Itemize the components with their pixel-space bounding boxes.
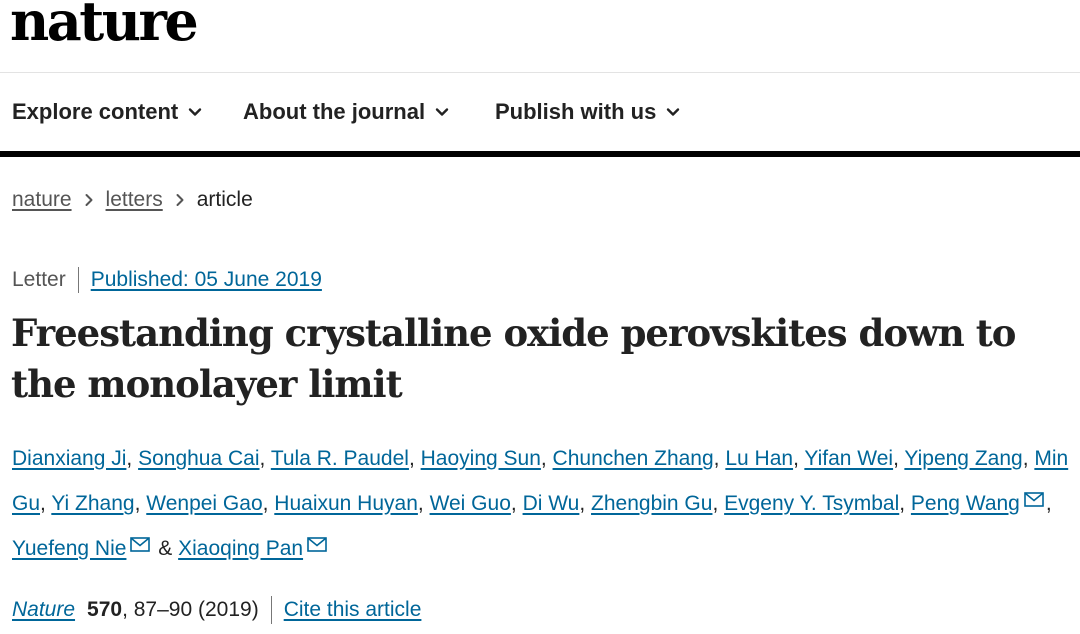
author-separator: ,	[1022, 447, 1035, 470]
breadcrumb-link-nature[interactable]: nature	[12, 188, 72, 212]
author-separator: ,	[540, 447, 553, 470]
author-link[interactable]: Xiaoqing Pan	[178, 537, 303, 560]
breadcrumb: nature letters article	[12, 188, 253, 212]
author-link[interactable]: Chunchen Zhang	[553, 447, 714, 470]
author-link[interactable]: Yuefeng Nie	[12, 537, 126, 560]
author-separator: ,	[579, 492, 592, 515]
author-link[interactable]: Haoying Sun	[421, 447, 541, 470]
published-date-link[interactable]: Published: 05 June 2019	[79, 268, 322, 292]
author-separator: ,	[262, 492, 275, 515]
author-link[interactable]: Dianxiang Ji	[12, 447, 126, 470]
author-link[interactable]: Di Wu	[523, 492, 580, 515]
author-link[interactable]: Songhua Cai	[138, 447, 259, 470]
article-type: Letter	[12, 267, 79, 293]
article-title: Freestanding crystalline oxide perovskit…	[11, 311, 1016, 406]
author-separator: ,	[134, 492, 147, 515]
mail-icon[interactable]	[1024, 492, 1046, 508]
cite-this-article-link[interactable]: Cite this article	[272, 598, 422, 622]
author-separator: ,	[713, 447, 726, 470]
chevron-down-icon	[435, 105, 449, 119]
breadcrumb-link-letters[interactable]: letters	[106, 188, 163, 212]
author-separator: ,	[126, 447, 139, 470]
nav-explore-content[interactable]: Explore content	[12, 99, 202, 125]
author-list: Dianxiang Ji, Songhua Cai, Tula R. Paude…	[12, 436, 1072, 571]
mail-icon[interactable]	[307, 537, 329, 553]
author-separator: ,	[40, 492, 52, 515]
mail-icon[interactable]	[130, 537, 152, 553]
author-link[interactable]: Wenpei Gao	[146, 492, 262, 515]
author-link[interactable]: Yipeng Zang	[904, 447, 1022, 470]
author-link[interactable]: Peng Wang	[911, 492, 1020, 515]
nature-logo[interactable]: nature	[10, 0, 199, 48]
nav-about-the-journal[interactable]: About the journal	[243, 99, 449, 125]
nav-explore-content-label: Explore content	[12, 99, 179, 124]
author-link[interactable]: Wei Guo	[430, 492, 511, 515]
author-separator: ,	[408, 447, 421, 470]
author-separator: ,	[417, 492, 430, 515]
chevron-down-icon	[666, 105, 680, 119]
author-link[interactable]: Yi Zhang	[51, 492, 134, 515]
author-separator: ,	[893, 447, 905, 470]
author-link[interactable]: Yifan Wei	[804, 447, 893, 470]
author-separator: ,	[510, 492, 523, 515]
article-meta: Letter Published: 05 June 2019	[12, 267, 322, 293]
citation: Nature 570 , 87–90 (2019) Cite this arti…	[12, 596, 421, 624]
author-separator: ,	[793, 447, 805, 470]
author-separator: ,	[899, 492, 911, 515]
journal-link[interactable]: Nature	[12, 598, 75, 622]
chevron-down-icon	[188, 105, 202, 119]
nav-publish-with-us-label: Publish with us	[495, 99, 657, 124]
site-header: nature	[0, 0, 1080, 73]
author-link[interactable]: Huaixun Huyan	[274, 492, 418, 515]
author-separator: ,	[259, 447, 271, 470]
author-separator: ,	[1045, 492, 1052, 515]
author-separator: &	[152, 537, 179, 560]
author-link[interactable]: Tula R. Paudel	[271, 447, 409, 470]
nav-publish-with-us[interactable]: Publish with us	[495, 99, 680, 125]
author-link[interactable]: Zhengbin Gu	[591, 492, 712, 515]
nav-about-the-journal-label: About the journal	[243, 99, 426, 124]
author-link[interactable]: Lu Han	[725, 447, 793, 470]
author-link[interactable]: Evgeny Y. Tsymbal	[724, 492, 899, 515]
breadcrumb-current: article	[196, 188, 253, 211]
author-separator: ,	[712, 492, 725, 515]
volume-number: 570	[87, 598, 123, 621]
main-navigation: Explore content About the journal Publis…	[0, 73, 1080, 157]
pages-year: , 87–90 (2019)	[122, 596, 272, 624]
chevron-right-icon	[84, 193, 94, 207]
chevron-right-icon	[175, 193, 185, 207]
